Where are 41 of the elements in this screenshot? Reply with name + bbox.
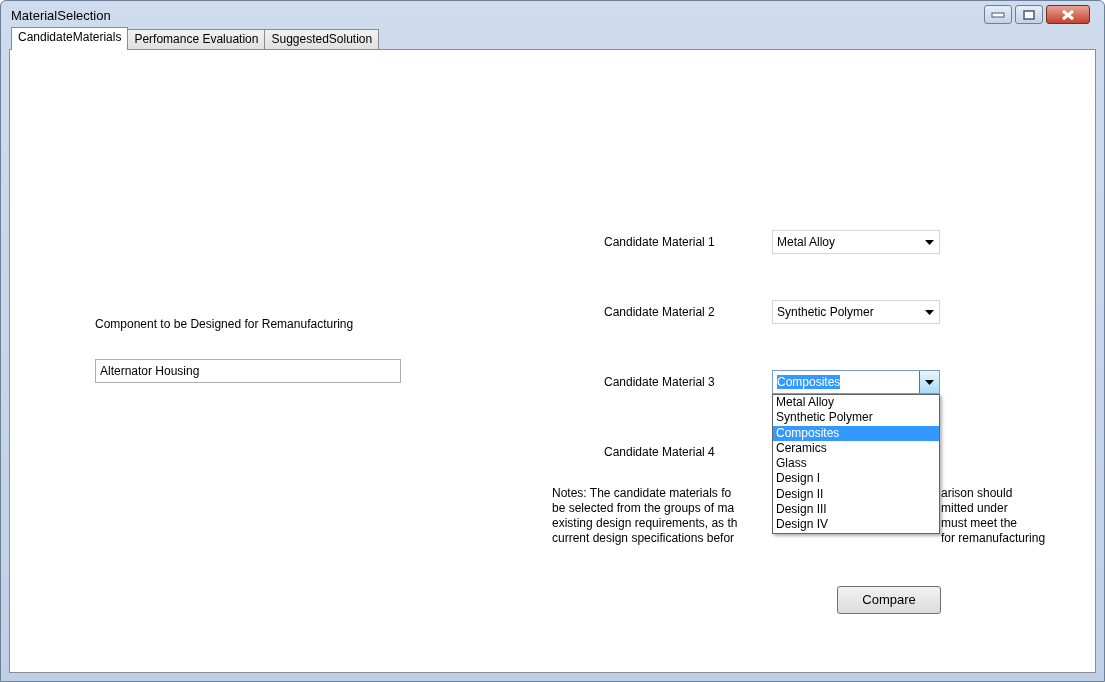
notes-text: current design specifications befor — [552, 531, 736, 546]
dropdown-option[interactable]: Metal Alloy — [773, 395, 939, 411]
dropdown-option[interactable]: Design I — [773, 471, 939, 487]
close-icon — [1061, 8, 1075, 21]
dropdown-arrow-icon — [924, 309, 934, 315]
close-button[interactable] — [1046, 5, 1090, 24]
component-label: Component to be Designed for Remanufacturing — [95, 316, 355, 333]
candidate-label: Candidate Material 2 — [604, 304, 716, 321]
tab[interactable]: CandidateMaterials — [11, 27, 129, 50]
notes-text: for remanufacturing — [941, 531, 1046, 546]
tab[interactable]: SuggestedSolution — [264, 29, 380, 49]
dropdown-option[interactable]: Synthetic Polymer — [773, 410, 939, 426]
notes-text: be selected from the groups of ma — [552, 501, 736, 516]
minimize-button[interactable] — [984, 5, 1012, 24]
dropdown-option[interactable]: Design IV — [773, 517, 939, 533]
candidate-label: Candidate Material 3 — [604, 374, 716, 391]
dropdown-option[interactable]: Design III — [773, 502, 939, 518]
maximize-button[interactable] — [1015, 5, 1043, 24]
component-field[interactable]: Alternator Housing — [95, 359, 401, 383]
dropdown-option[interactable]: Ceramics — [773, 440, 939, 457]
dropdown-value: Synthetic Polymer — [777, 305, 874, 319]
dropdown-option[interactable]: Design II — [773, 486, 939, 503]
candidate-label: Candidate Material 1 — [604, 234, 716, 251]
tab[interactable]: Perfomance Evaluation — [127, 29, 266, 49]
dropdown-option[interactable]: Glass — [773, 456, 939, 472]
window-title: MaterialSelection — [10, 7, 111, 26]
notes-text: arison should — [941, 486, 1013, 501]
maximize-icon — [1023, 9, 1035, 20]
minimize-icon — [991, 11, 1005, 18]
dropdown[interactable]: Synthetic Polymer — [772, 300, 940, 324]
notes-text: Notes: The candidate materials fo — [552, 486, 733, 501]
dropdown-value: Metal Alloy — [777, 235, 836, 249]
compare-button[interactable]: Compare — [837, 586, 941, 614]
notes-text: must meet the — [941, 516, 1018, 531]
dropdown[interactable]: Metal Alloy — [772, 230, 940, 254]
notes-text: mitted under — [941, 501, 1008, 516]
notes-text: existing design requirements, as th — [552, 516, 739, 531]
dropdown-arrow-icon — [924, 239, 934, 245]
dropdown-arrow-icon — [925, 379, 934, 385]
dropdown-value: Composites — [777, 375, 841, 389]
candidate-label: Candidate Material 4 — [604, 444, 716, 461]
